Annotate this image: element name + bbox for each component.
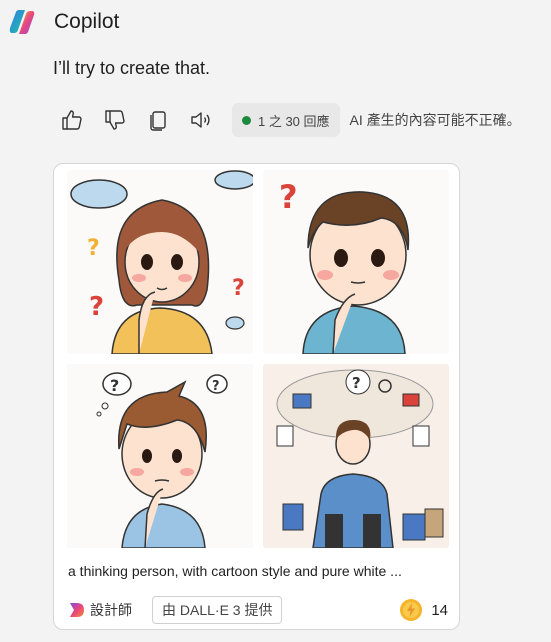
designer-link[interactable]: 設計師: [90, 600, 132, 620]
status-dot-icon: [242, 115, 251, 125]
boost-count: 14: [431, 601, 448, 619]
ai-disclaimer: AI 產生的內容可能不正確。: [349, 112, 521, 128]
svg-text:?: ?: [110, 376, 119, 395]
app-name: Copilot: [54, 10, 120, 33]
thumbs-down-button[interactable]: [101, 106, 129, 134]
speaker-icon: [191, 112, 210, 128]
svg-text:?: ?: [87, 236, 100, 261]
copy-icon: [150, 111, 166, 131]
generated-image-3[interactable]: ? ?: [67, 364, 253, 548]
thumbs-up-icon: [62, 110, 82, 130]
svg-text:?: ?: [212, 379, 220, 394]
generated-image-2[interactable]: ?: [263, 170, 449, 354]
svg-text:?: ?: [89, 292, 104, 322]
svg-text:?: ?: [352, 374, 361, 392]
svg-text:?: ?: [232, 276, 245, 301]
header: Copilot: [6, 6, 119, 38]
svg-text:?: ?: [279, 178, 298, 216]
thinking-boy-image: ?: [263, 170, 449, 354]
copy-button[interactable]: [144, 106, 172, 134]
thinking-girl-image: ? ? ?: [67, 170, 253, 354]
image-result-card: ? ? ? ? ? ? ? a thinking person, with ca…: [53, 163, 460, 630]
designer-icon: [70, 603, 84, 617]
boost-counter[interactable]: 14: [399, 598, 448, 622]
card-footer: 設計師 由 DALL·E 3 提供 14: [68, 595, 448, 625]
thinking-man-image: ?: [263, 364, 449, 548]
boost-lightning-icon: [400, 599, 423, 621]
response-counter: 1 之 30 回應: [232, 103, 340, 137]
thumbs-down-icon: [105, 110, 125, 130]
image-caption: a thinking person, with cartoon style an…: [68, 563, 402, 579]
powered-by-badge[interactable]: 由 DALL·E 3 提供: [152, 596, 283, 624]
thumbs-up-button[interactable]: [58, 106, 86, 134]
counter-label: 1 之 30 回應: [258, 113, 330, 129]
read-aloud-button[interactable]: [187, 106, 215, 134]
generated-image-1[interactable]: ? ? ?: [67, 170, 253, 354]
thinking-boy-brown-hair-image: ? ?: [67, 364, 253, 548]
copilot-logo-icon: [9, 10, 35, 34]
message-actions: 1 之 30 回應 AI 產生的內容可能不正確。: [58, 101, 521, 139]
generated-image-4[interactable]: ?: [263, 364, 449, 548]
assistant-message: I’ll try to create that.: [53, 58, 211, 78]
